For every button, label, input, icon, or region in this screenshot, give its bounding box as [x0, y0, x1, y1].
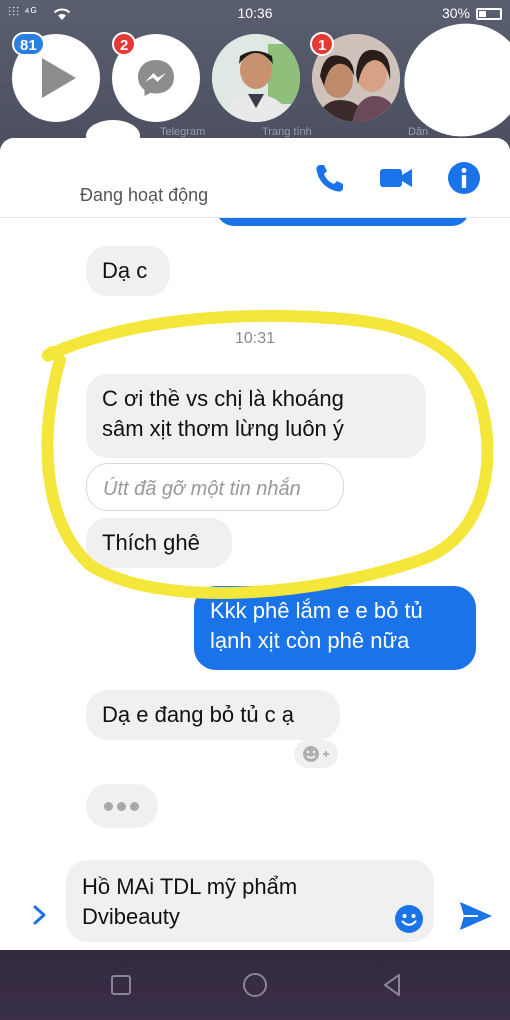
messenger-icon [138, 60, 174, 96]
message-text: Thích ghê [102, 530, 200, 555]
chat-header: Đang hoạt động [0, 138, 510, 218]
info-icon[interactable] [446, 160, 482, 196]
active-status: Đang hoạt động [80, 185, 209, 205]
chat-head-video[interactable]: 81 [12, 32, 100, 122]
incoming-message[interactable]: Dạ e đang bỏ tủ c ạ [86, 690, 340, 740]
message-text: lạnh xịt còn phê nữa [210, 628, 410, 653]
unread-badge: 81 [12, 32, 45, 56]
message-text: Kkk phê lắm e e bỏ tủ [210, 598, 423, 623]
smiley-plus-icon [303, 746, 329, 762]
status-bar: ⫶⫶⫶ ⁴ᴳ 10:36 30% [0, 0, 510, 28]
battery-percent: 30% [441, 5, 470, 21]
navigation-bar [0, 950, 510, 1020]
message-text: sâm xịt thơm lừng luôn ý [102, 416, 344, 441]
chat-heads-row: 81 2 Telegram Trang tính 1 Dân [0, 8, 510, 152]
incoming-message[interactable]: C ơi thề vs chị là khoáng sâm xịt thơm l… [86, 374, 426, 458]
message-text: C ơi thề vs chị là khoáng [102, 386, 344, 411]
message-text: Dạ e đang bỏ tủ c ạ [102, 702, 295, 727]
chat-head-label: Telegram [160, 126, 206, 138]
battery-icon [476, 8, 502, 20]
input-line: Hồ MAi TDL mỹ phẩm [82, 874, 298, 899]
emoji-icon[interactable] [394, 904, 424, 934]
message-input-text: Hồ MAi TDL mỹ phẩm Dvibeauty [82, 872, 382, 932]
chat-head-messenger[interactable]: 2 [112, 32, 200, 122]
message-text: Dạ c [102, 258, 148, 283]
message-input[interactable]: Hồ MAi TDL mỹ phẩm Dvibeauty [66, 860, 434, 942]
chat-panel: Đang hoạt động Dạ c 10:31 C ơi thề vs ch… [0, 138, 510, 950]
timestamp: 10:31 [234, 330, 276, 347]
chat-head-avatar-women[interactable]: 1 [310, 32, 400, 122]
message-text: Útt đã gỡ một tin nhắn [103, 478, 301, 500]
chevron-right-icon[interactable] [30, 903, 50, 927]
send-icon[interactable] [458, 900, 494, 932]
add-reaction-button[interactable] [294, 740, 338, 768]
video-call-icon[interactable] [378, 160, 414, 196]
back-icon[interactable] [378, 970, 408, 1000]
chat-head-label: Dân [408, 126, 429, 138]
avatar [212, 34, 300, 122]
removed-message: Útt đã gỡ một tin nhắn [86, 463, 344, 511]
recent-apps-icon[interactable] [106, 970, 136, 1000]
phone-icon[interactable] [312, 160, 348, 196]
home-icon[interactable] [240, 970, 270, 1000]
incoming-message[interactable]: Dạ c [86, 246, 170, 296]
chat-head-label: Trang tính [262, 126, 312, 138]
typing-indicator [86, 784, 158, 828]
incoming-message[interactable]: Thích ghê [86, 518, 232, 568]
clock: 10:36 [237, 5, 273, 21]
outgoing-message[interactable]: Kkk phê lắm e e bỏ tủ lạnh xịt còn phê n… [194, 586, 476, 670]
unread-badge: 2 [112, 32, 137, 56]
input-line: Dvibeauty [82, 904, 180, 929]
play-icon [42, 58, 76, 98]
chat-head-avatar-man[interactable] [212, 34, 300, 122]
